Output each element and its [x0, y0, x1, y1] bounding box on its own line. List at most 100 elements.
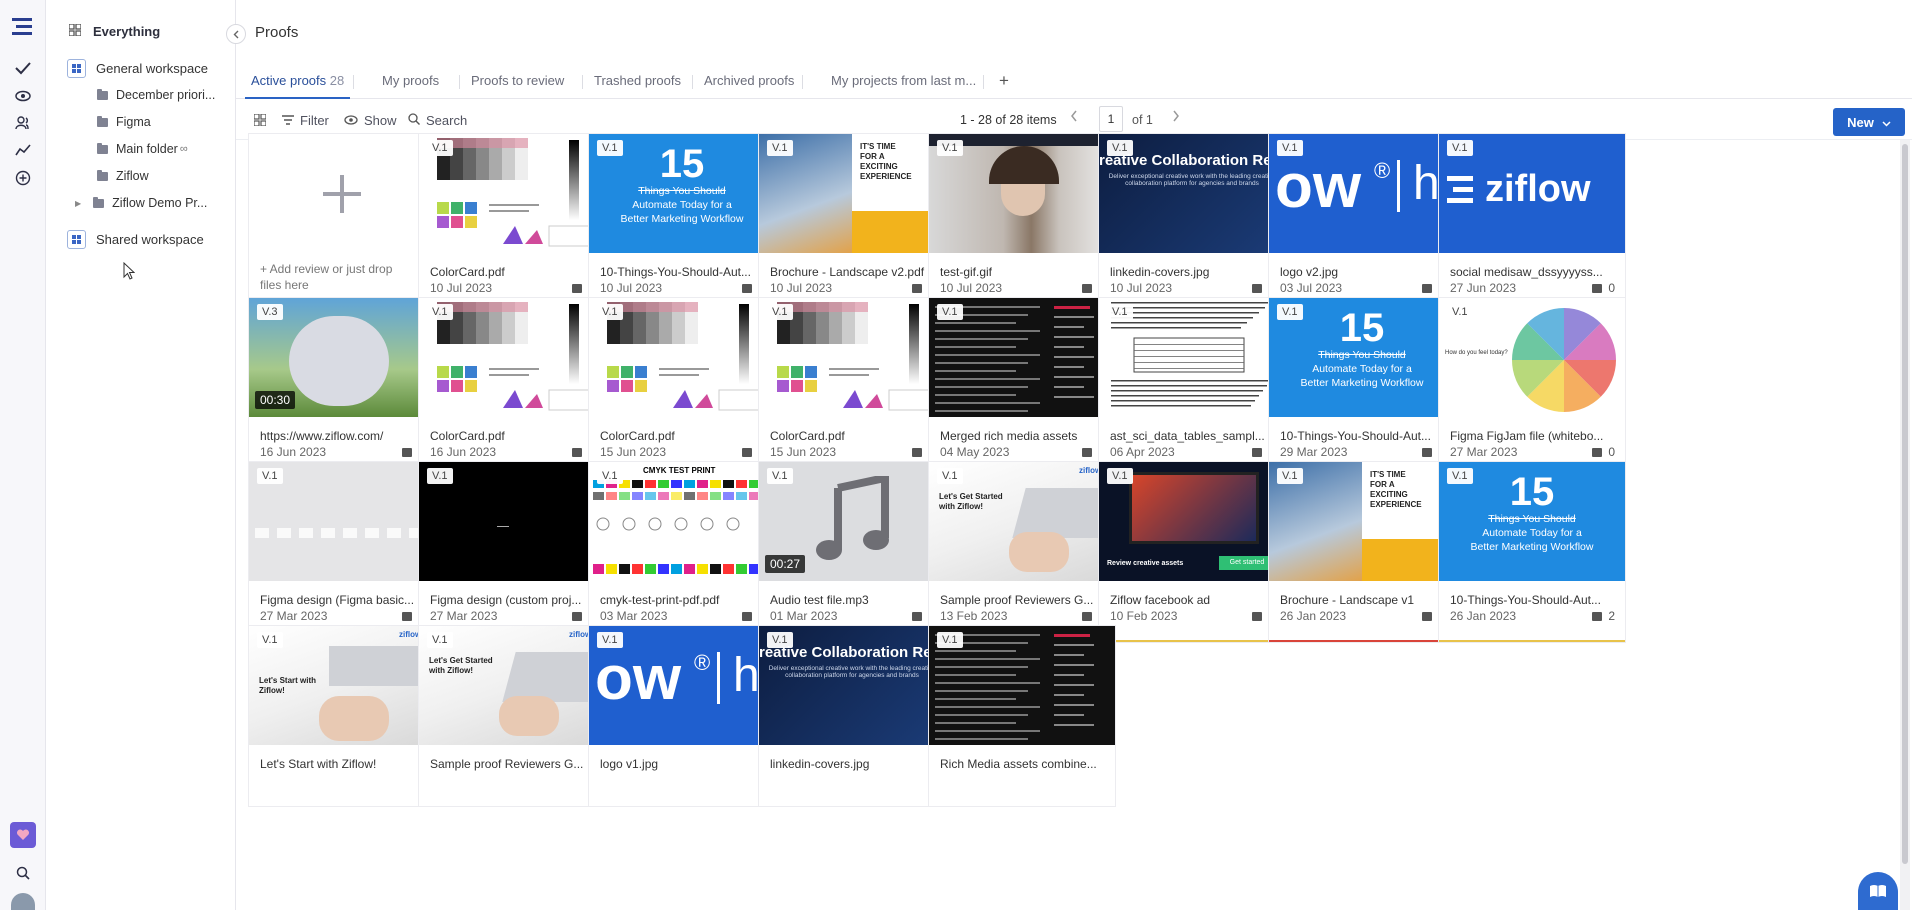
analytics-icon[interactable]: [12, 139, 34, 161]
proof-card[interactable]: 15 Things You Should Automate Today for aB…: [1439, 462, 1625, 642]
tab-trashed-proofs[interactable]: Trashed proofs: [594, 66, 681, 99]
new-button[interactable]: New: [1833, 108, 1905, 136]
proof-card[interactable]: reative Collaboration ReinventeDeliver e…: [759, 626, 945, 806]
sidebar-folder-december[interactable]: December priori...: [97, 88, 215, 102]
proof-card[interactable]: Let's Start with Ziflow! ziflow V.1 Let's St…: [249, 626, 435, 806]
proof-name[interactable]: 10-Things-You-Should-Aut...: [600, 265, 765, 279]
review-eye-icon[interactable]: [12, 85, 34, 107]
proof-card[interactable]: reative Collaboration ReinventeDeliver e…: [1099, 134, 1285, 314]
proof-name[interactable]: Brochure - Landscape v2.pdf: [770, 265, 935, 279]
proof-name[interactable]: Sample proof Reviewers G...: [430, 757, 595, 771]
proof-name[interactable]: logo v1.jpg: [600, 757, 765, 771]
proof-name[interactable]: Sample proof Reviewers G...: [940, 593, 1105, 607]
proof-card[interactable]: V.1 Rich Media assets combine...: [929, 626, 1115, 806]
next-page-chevron-icon[interactable]: [1172, 110, 1180, 125]
proof-name[interactable]: ColorCard.pdf: [430, 429, 595, 443]
svg-text:CMYK TEST PRINT: CMYK TEST PRINT: [643, 466, 716, 475]
tab-active-proofs[interactable]: Active proofs 28: [245, 66, 351, 99]
proof-name[interactable]: Audio test file.mp3: [770, 593, 935, 607]
proof-name[interactable]: test-gif.gif: [940, 265, 1105, 279]
comment-count: 0: [1592, 445, 1615, 459]
sidebar-folder-main[interactable]: Main folder ∞: [97, 142, 188, 156]
proof-card[interactable]: ow®heV.1logo v1.jpg: [589, 626, 775, 806]
tab-my-proofs[interactable]: My proofs: [382, 66, 439, 99]
search-icon[interactable]: [12, 862, 34, 884]
proof-card[interactable]: V.1Merged rich media assets04 May 20231: [929, 298, 1115, 478]
proof-name[interactable]: https://www.ziflow.com/: [260, 429, 425, 443]
proof-card[interactable]: V.3 00:30 https://www.ziflow.com/16 Jun 20…: [249, 298, 435, 478]
proof-name[interactable]: linkedin-covers.jpg: [770, 757, 935, 771]
avatar[interactable]: [11, 893, 35, 910]
proof-card[interactable]: ow®heV.1logo v2.jpg03 Jul 20230: [1269, 134, 1455, 314]
proof-date: 26 Jan 2023: [1280, 609, 1347, 623]
comment-icon: [742, 447, 753, 457]
sidebar-folder-ziflow[interactable]: Ziflow: [97, 169, 149, 183]
proof-name[interactable]: linkedin-covers.jpg: [1110, 265, 1275, 279]
comment-icon: [742, 611, 753, 621]
sidebar-folder-ziflow-demo[interactable]: ▶ Ziflow Demo Pr...: [75, 196, 207, 210]
sidebar-folder-figma[interactable]: Figma: [97, 115, 151, 129]
proof-name[interactable]: ast_sci_data_tables_sampl...: [1110, 429, 1275, 443]
sidebar-item-general-workspace[interactable]: General workspace: [67, 59, 208, 78]
proof-name[interactable]: ColorCard.pdf: [770, 429, 935, 443]
sidebar-item-everything[interactable]: Everything: [68, 23, 160, 39]
proof-name[interactable]: Rich Media assets combine...: [940, 757, 1105, 771]
proof-name[interactable]: logo v2.jpg: [1280, 265, 1445, 279]
proof-date: 15 Jun 2023: [600, 445, 667, 459]
proof-card[interactable]: V.1 Figma design (Figma basic... 27 Mar 20…: [249, 462, 435, 642]
proof-card[interactable]: V.1ColorCard.pdf16 Jun 20230: [419, 298, 605, 478]
proof-name[interactable]: social medisaw_dssyyyyss...: [1450, 265, 1615, 279]
proof-name[interactable]: Brochure - Landscape v1: [1280, 593, 1445, 607]
proof-name[interactable]: 10-Things-You-Should-Aut...: [1280, 429, 1445, 443]
proofs-check-icon[interactable]: [12, 57, 34, 79]
tab-my-projects-last-month[interactable]: My projects from last m...: [831, 66, 976, 99]
scrollbar[interactable]: [1900, 140, 1910, 910]
proof-name[interactable]: Let's Start with Ziflow!: [260, 757, 425, 771]
proof-name[interactable]: Ziflow facebook ad: [1110, 593, 1275, 607]
proof-name[interactable]: ColorCard.pdf: [430, 265, 595, 279]
comment-icon: [912, 611, 923, 621]
tab-proofs-to-review[interactable]: Proofs to review: [471, 66, 564, 99]
favorites-heart-icon[interactable]: [10, 822, 36, 848]
app-logo-icon[interactable]: [12, 16, 34, 38]
proof-card[interactable]: V.1ColorCard.pdf10 Jul 20230: [419, 134, 605, 314]
proof-card[interactable]: How do you feel today? V.1 Figma FigJam fi…: [1439, 298, 1625, 478]
sidebar-item-label: General workspace: [96, 61, 208, 76]
proof-card[interactable]: IT'S TIME FOR A EXCITING EXPERIENCE V.1 Broch…: [1269, 462, 1455, 642]
version-badge: V.1: [767, 632, 793, 648]
prev-page-chevron-icon[interactable]: [1070, 110, 1078, 125]
proof-name[interactable]: 10-Things-You-Should-Aut...: [1450, 593, 1615, 607]
add-tab-plus-icon[interactable]: +: [999, 66, 1009, 99]
proof-name[interactable]: cmyk-test-print-pdf.pdf: [600, 593, 765, 607]
proof-card[interactable]: V.1 ast_sci_data_tables_sampl... 06 Apr 20…: [1099, 298, 1285, 478]
proof-card[interactable]: Let's Get Started with Ziflow! ziflow V.1 Sa…: [929, 462, 1115, 642]
proof-name[interactable]: ColorCard.pdf: [600, 429, 765, 443]
proof-card[interactable]: V.1 Figma design (custom proj... 27 Mar 20…: [419, 462, 605, 642]
page-input[interactable]: 1: [1099, 106, 1123, 132]
add-review-dropzone[interactable]: + Add review or just drop files here: [249, 134, 435, 314]
proof-date: 10 Jul 2023: [940, 281, 1003, 295]
proof-card[interactable]: ziflow V.1 social medisaw_dssyyyyss... 27 J…: [1439, 134, 1625, 314]
sidebar-item-shared-workspace[interactable]: Shared workspace: [67, 230, 204, 249]
proof-card[interactable]: 15 Things You Should Automate Today for aB…: [589, 134, 775, 314]
proof-name[interactable]: Figma FigJam file (whitebo...: [1450, 429, 1615, 443]
proof-name[interactable]: Merged rich media assets: [940, 429, 1105, 443]
add-circle-icon[interactable]: [12, 167, 34, 189]
proof-name[interactable]: Figma design (Figma basic...: [260, 593, 425, 607]
proof-card[interactable]: CMYK TEST PRINT V.1 cmyk-test-print-pdf.pd…: [589, 462, 775, 642]
proof-card[interactable]: V.1test-gif.gif10 Jul 20230: [929, 134, 1115, 314]
proof-card[interactable]: IT'S TIME FOR A EXCITING EXPERIENCE V.1 Broch…: [759, 134, 945, 314]
users-icon[interactable]: [12, 112, 34, 134]
proof-card[interactable]: Let's Get Started with Ziflow! ziflow V.1 Sa…: [419, 626, 605, 806]
proof-card[interactable]: Review creative assets Get started V.1 Zifl…: [1099, 462, 1285, 642]
proof-card[interactable]: 15 Things You Should Automate Today for aB…: [1269, 298, 1455, 478]
expand-caret-icon[interactable]: ▶: [75, 199, 81, 208]
proof-name[interactable]: Figma design (custom proj...: [430, 593, 595, 607]
proof-card[interactable]: V.1ColorCard.pdf15 Jun 20230: [589, 298, 775, 478]
proof-date: 27 Mar 2023: [260, 609, 328, 623]
help-book-icon[interactable]: [1858, 872, 1898, 910]
tab-archived-proofs[interactable]: Archived proofs: [704, 66, 794, 99]
proof-date: 15 Jun 2023: [770, 445, 837, 459]
proof-card[interactable]: V.1ColorCard.pdf15 Jun 20230: [759, 298, 945, 478]
proof-card[interactable]: V.100:27Audio test file.mp301 Mar 20230: [759, 462, 945, 642]
